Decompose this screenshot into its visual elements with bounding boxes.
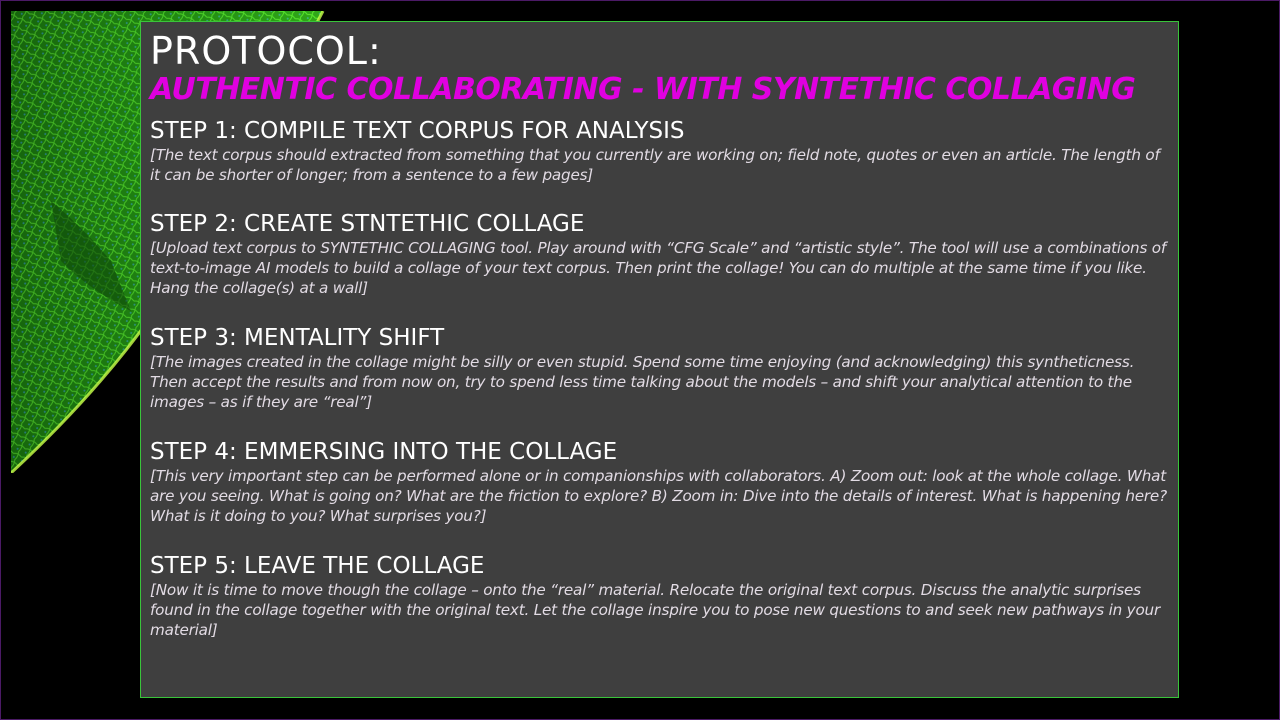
step-2: STEP 2: CREATE STNTETHIC COLLAGE [Upload… (150, 210, 1170, 298)
step-description: [This very important step can be perform… (150, 467, 1167, 525)
step-heading: STEP 1: COMPILE TEXT CORPUS FOR ANALYSIS (150, 118, 685, 144)
protocol-panel: PROTOCOL: AUTHENTIC COLLABORATING - WITH… (140, 21, 1179, 698)
step-description: [Now it is time to move though the colla… (150, 581, 1160, 639)
page-title: PROTOCOL: (150, 29, 382, 73)
step-3: STEP 3: MENTALITY SHIFT [The images crea… (150, 324, 1170, 412)
step-5: STEP 5: LEAVE THE COLLAGE [Now it is tim… (150, 552, 1170, 640)
step-heading: STEP 4: EMMERSING INTO THE COLLAGE (150, 439, 618, 465)
step-heading: STEP 5: LEAVE THE COLLAGE (150, 553, 485, 579)
step-description: [Upload text corpus to SYNTETHIC COLLAGI… (150, 239, 1167, 297)
step-1: STEP 1: COMPILE TEXT CORPUS FOR ANALYSIS… (150, 117, 1170, 185)
step-heading: STEP 2: CREATE STNTETHIC COLLAGE (150, 211, 585, 237)
step-description: [The images created in the collage might… (150, 353, 1135, 411)
slide: PROTOCOL: AUTHENTIC COLLABORATING - WITH… (0, 0, 1280, 720)
step-heading: STEP 3: MENTALITY SHIFT (150, 325, 445, 351)
step-description: [The text corpus should extracted from s… (150, 146, 1160, 184)
subtitle: AUTHENTIC COLLABORATING - WITH SYNTETHIC… (150, 72, 1136, 107)
step-4: STEP 4: EMMERSING INTO THE COLLAGE [This… (150, 438, 1170, 526)
